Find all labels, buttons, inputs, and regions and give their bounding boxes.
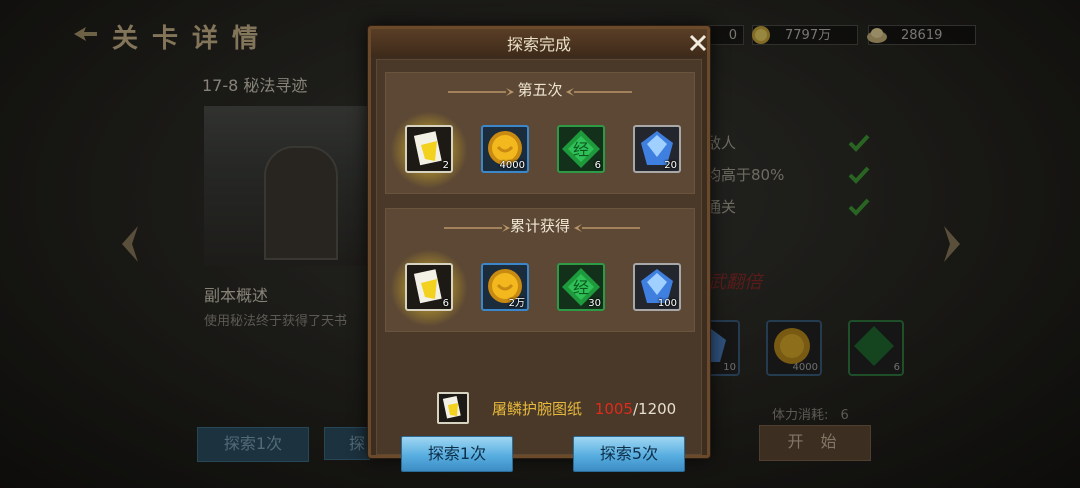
reward-item[interactable]: 20 (633, 125, 681, 173)
total-panel: 累计获得 6 2万 经 30 100 (385, 208, 695, 332)
item-count: 6 (594, 160, 601, 171)
total-title: 累计获得 (509, 217, 570, 235)
explore-five-button[interactable]: 探索5次 (573, 436, 685, 472)
reward-item[interactable]: 经 6 (557, 125, 605, 173)
blueprint-have: 1005 (594, 400, 633, 418)
item-count: 4000 (499, 160, 525, 171)
item-count: 2 (442, 160, 449, 171)
svg-text:经: 经 (573, 278, 589, 297)
blueprint-name: 屠鳞护腕图纸 (492, 400, 583, 418)
explore-result-modal: 探索完成 第五次 2 4000 经 6 20 累计获得 6 2万 经 30 10… (368, 26, 710, 472)
item-count: 30 (588, 298, 601, 309)
item-count: 20 (664, 160, 677, 171)
explore-once-button[interactable]: 探索1次 (401, 436, 513, 472)
reward-item[interactable]: 4000 (481, 125, 529, 173)
ornament-right-icon (574, 224, 640, 232)
reward-item[interactable]: 经 30 (557, 263, 605, 311)
modal-body: 第五次 2 4000 经 6 20 累计获得 6 2万 经 30 100 屠鳞护… (376, 59, 702, 472)
blueprint-thumb[interactable] (437, 392, 469, 424)
reward-item[interactable]: 6 (405, 263, 453, 311)
svg-text:经: 经 (573, 140, 589, 159)
reward-item[interactable]: 2万 (481, 263, 529, 311)
modal-title: 探索完成 (506, 35, 571, 54)
item-count: 100 (657, 298, 677, 309)
ornament-right-icon (566, 88, 632, 96)
close-icon[interactable] (687, 32, 709, 54)
reward-item[interactable]: 2 (405, 125, 453, 173)
blueprint-need: /1200 (632, 400, 677, 418)
reward-item[interactable]: 100 (633, 263, 681, 311)
round-title: 第五次 (517, 81, 563, 99)
item-count: 6 (442, 298, 449, 309)
round-panel: 第五次 2 4000 经 6 20 (385, 72, 695, 194)
blueprint-label: 屠鳞护腕图纸 1005/1200 (492, 398, 676, 419)
item-count: 2万 (508, 298, 525, 309)
blueprint-scroll-icon (442, 395, 461, 419)
modal-header: 探索完成 (371, 29, 707, 57)
